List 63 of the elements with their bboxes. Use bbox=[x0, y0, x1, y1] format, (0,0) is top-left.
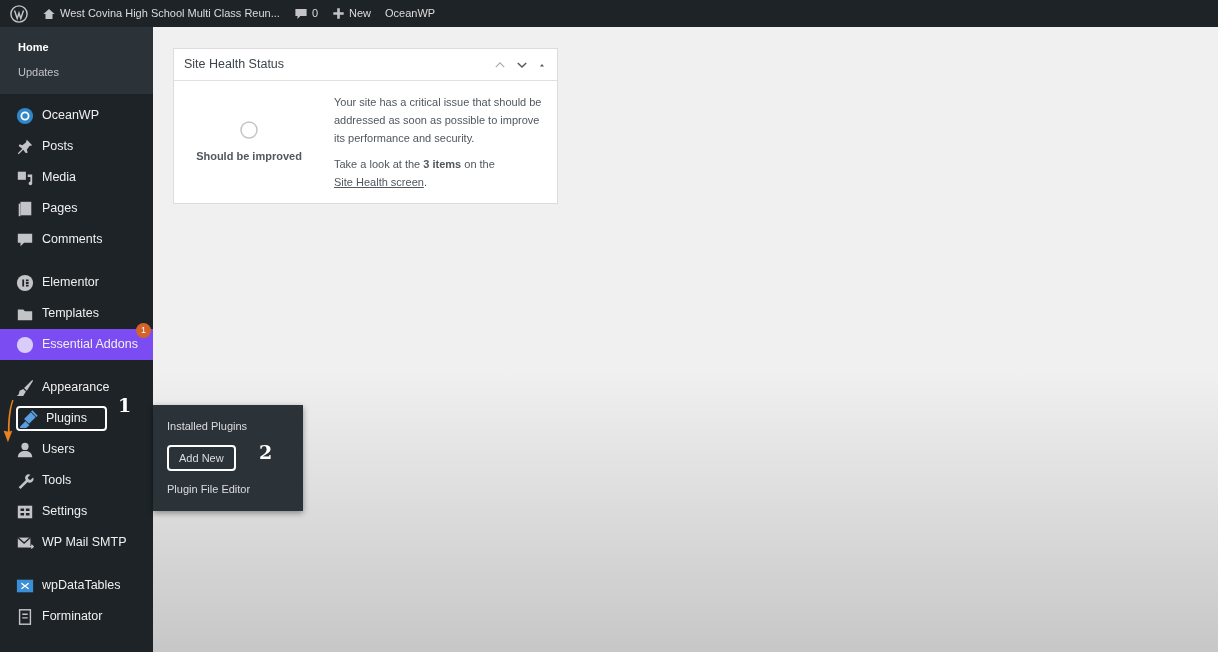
circle-logo-icon bbox=[16, 106, 34, 125]
sidebar-item[interactable]: OceanWP bbox=[16, 106, 99, 125]
comment-icon[interactable] bbox=[293, 6, 308, 21]
theme-link[interactable]: OceanWP bbox=[385, 5, 436, 22]
update-count-badge: 1 bbox=[136, 323, 151, 338]
menu-label: Appearance bbox=[42, 379, 110, 397]
sidebar-item[interactable]: Tools bbox=[16, 471, 72, 490]
menu-label: Comments bbox=[42, 231, 103, 249]
sidebar-item[interactable]: Essential Addons bbox=[16, 335, 138, 354]
site-health-link[interactable]: Site Health screen bbox=[334, 176, 424, 188]
sidebar-item[interactable]: Elementor bbox=[16, 273, 99, 292]
status-ring-icon bbox=[239, 119, 259, 140]
sidebar-item[interactable]: Templates bbox=[16, 304, 99, 323]
menu-label: Posts bbox=[42, 138, 74, 156]
sidebar-item[interactable]: wpDataTables bbox=[16, 576, 121, 595]
wrench-icon bbox=[16, 471, 34, 490]
menu-label: WP Mail SMTP bbox=[42, 534, 127, 552]
sidebar-item[interactable]: Comments bbox=[16, 230, 103, 249]
arrow-annotation bbox=[1, 399, 14, 443]
flyout-item[interactable]: Plugin File Editor bbox=[167, 483, 251, 495]
submenu-item[interactable]: Updates bbox=[0, 59, 153, 84]
sidebar-item[interactable]: Posts bbox=[16, 137, 74, 156]
menu-label: Media bbox=[42, 169, 77, 187]
user-icon bbox=[16, 440, 34, 459]
menu-label: Essential Addons bbox=[42, 336, 138, 354]
menu-label: Templates bbox=[42, 305, 99, 323]
sidebar-item[interactable]: Plugins bbox=[16, 406, 107, 431]
menu-label: Plugins bbox=[46, 410, 87, 428]
plus-icon bbox=[332, 7, 345, 20]
sidebar-item[interactable]: WP Mail SMTP bbox=[16, 533, 127, 552]
status-label: Should be improved bbox=[196, 148, 302, 164]
menu-label: Settings bbox=[42, 503, 88, 521]
new-link[interactable]: New bbox=[349, 5, 372, 22]
form-icon bbox=[16, 607, 34, 626]
step-number: 1 bbox=[118, 393, 132, 418]
sidebar-item[interactable]: Pages bbox=[16, 199, 78, 218]
menu-label: Elementor bbox=[42, 274, 99, 292]
brush-icon bbox=[16, 378, 34, 397]
step-number: 2 bbox=[259, 439, 273, 465]
pin-icon bbox=[16, 137, 34, 156]
flyout-item[interactable]: Add New bbox=[167, 444, 236, 471]
comment-count: 0 bbox=[311, 6, 318, 22]
circle-logo-icon bbox=[16, 273, 34, 292]
flyout-item[interactable]: Installed Plugins bbox=[167, 420, 248, 432]
menu-label: Users bbox=[42, 441, 75, 459]
circle-logo-icon bbox=[16, 335, 34, 354]
menu-label: Forminator bbox=[42, 608, 103, 626]
sidebar-item[interactable]: Settings bbox=[16, 502, 88, 521]
site-title-link[interactable]: West Covina High School Multi Class Reun... bbox=[60, 5, 280, 22]
card-title: Site Health Status bbox=[184, 56, 285, 74]
sidebar-item[interactable]: Appearance bbox=[16, 378, 110, 397]
sidebar-item[interactable]: Media bbox=[16, 168, 77, 187]
menu-label: wpDataTables bbox=[42, 577, 121, 595]
menu-label: OceanWP bbox=[42, 107, 99, 125]
status-message: Your site has a critical issue that should be addressed as soon as possible to improve its performance and security. bbox=[334, 95, 543, 146]
submenu-item[interactable]: Home bbox=[0, 35, 153, 60]
menu-label: Tools bbox=[42, 472, 72, 490]
health-hint: Take a look at the 3 items on the Site Health screen. bbox=[334, 157, 496, 190]
menu-label: Pages bbox=[42, 200, 78, 218]
sidebar-item[interactable]: Users bbox=[16, 440, 75, 459]
wordpress-logo-icon[interactable] bbox=[10, 4, 28, 23]
pages-icon bbox=[16, 199, 34, 218]
sidebar-item[interactable]: Forminator bbox=[16, 607, 103, 626]
